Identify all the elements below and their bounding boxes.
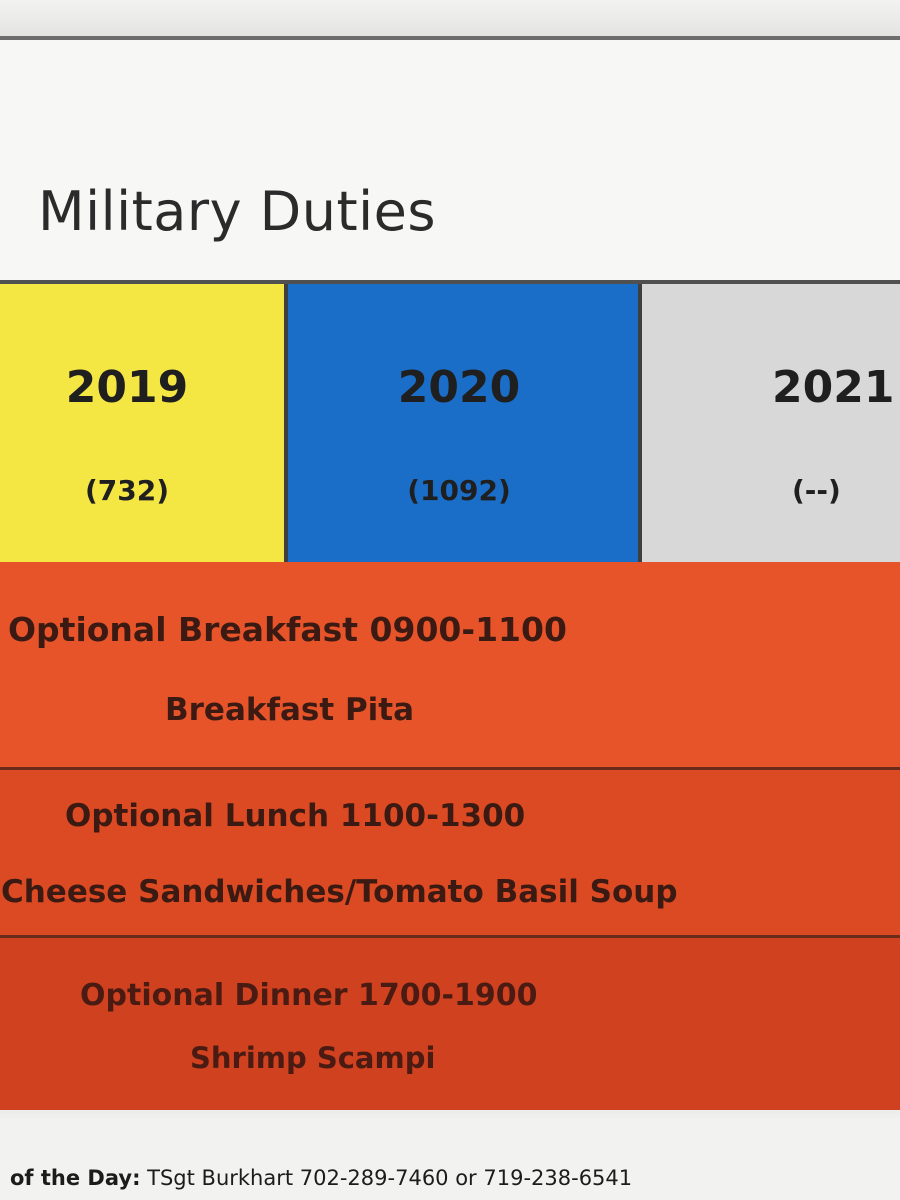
year-count: (1092) — [407, 474, 511, 507]
meal-item: Shrimp Scampi — [190, 1041, 436, 1075]
footer: of the Day: TSgt Burkhart 702-289-7460 o… — [0, 1118, 900, 1200]
contact-label: of the Day: — [10, 1166, 141, 1190]
contact-line: of the Day: TSgt Burkhart 702-289-7460 o… — [10, 1166, 632, 1190]
meal-title: Optional Breakfast 0900-1100 — [8, 610, 567, 649]
meal-lunch: Optional Lunch 1100-1300 d Cheese Sandwi… — [0, 770, 900, 938]
year-count: (732) — [84, 474, 170, 507]
year-cell-2021: 2021 (--) — [642, 284, 900, 564]
meal-item: d Cheese Sandwiches/Tomato Basil Soup — [0, 874, 678, 910]
screen: Military Duties 2019 (732) 2020 (1092) 2… — [0, 0, 900, 1200]
window-top-edge — [0, 0, 900, 40]
year-label: 2021 — [772, 362, 895, 413]
year-count: (--) — [792, 474, 841, 507]
year-label: 2020 — [397, 362, 521, 413]
year-label: 2019 — [65, 362, 189, 413]
meal-breakfast: Optional Breakfast 0900-1100 Breakfast P… — [0, 562, 900, 770]
year-cell-2020: 2020 (1092) — [288, 284, 642, 564]
meal-item: Breakfast Pita — [165, 692, 415, 728]
year-cell-2019: 2019 (732) — [0, 284, 288, 564]
meal-title: Optional Lunch 1100-1300 — [65, 798, 526, 834]
page-title: Military Duties — [38, 180, 437, 243]
title-area: Military Duties — [0, 40, 900, 280]
meal-title: Optional Dinner 1700-1900 — [80, 978, 538, 1013]
meal-dinner: Optional Dinner 1700-1900 Shrimp Scampi — [0, 938, 900, 1114]
year-summary-row: 2019 (732) 2020 (1092) 2021 (--) — [0, 280, 900, 568]
contact-details: TSgt Burkhart 702-289-7460 or 719-238-65… — [140, 1166, 633, 1190]
